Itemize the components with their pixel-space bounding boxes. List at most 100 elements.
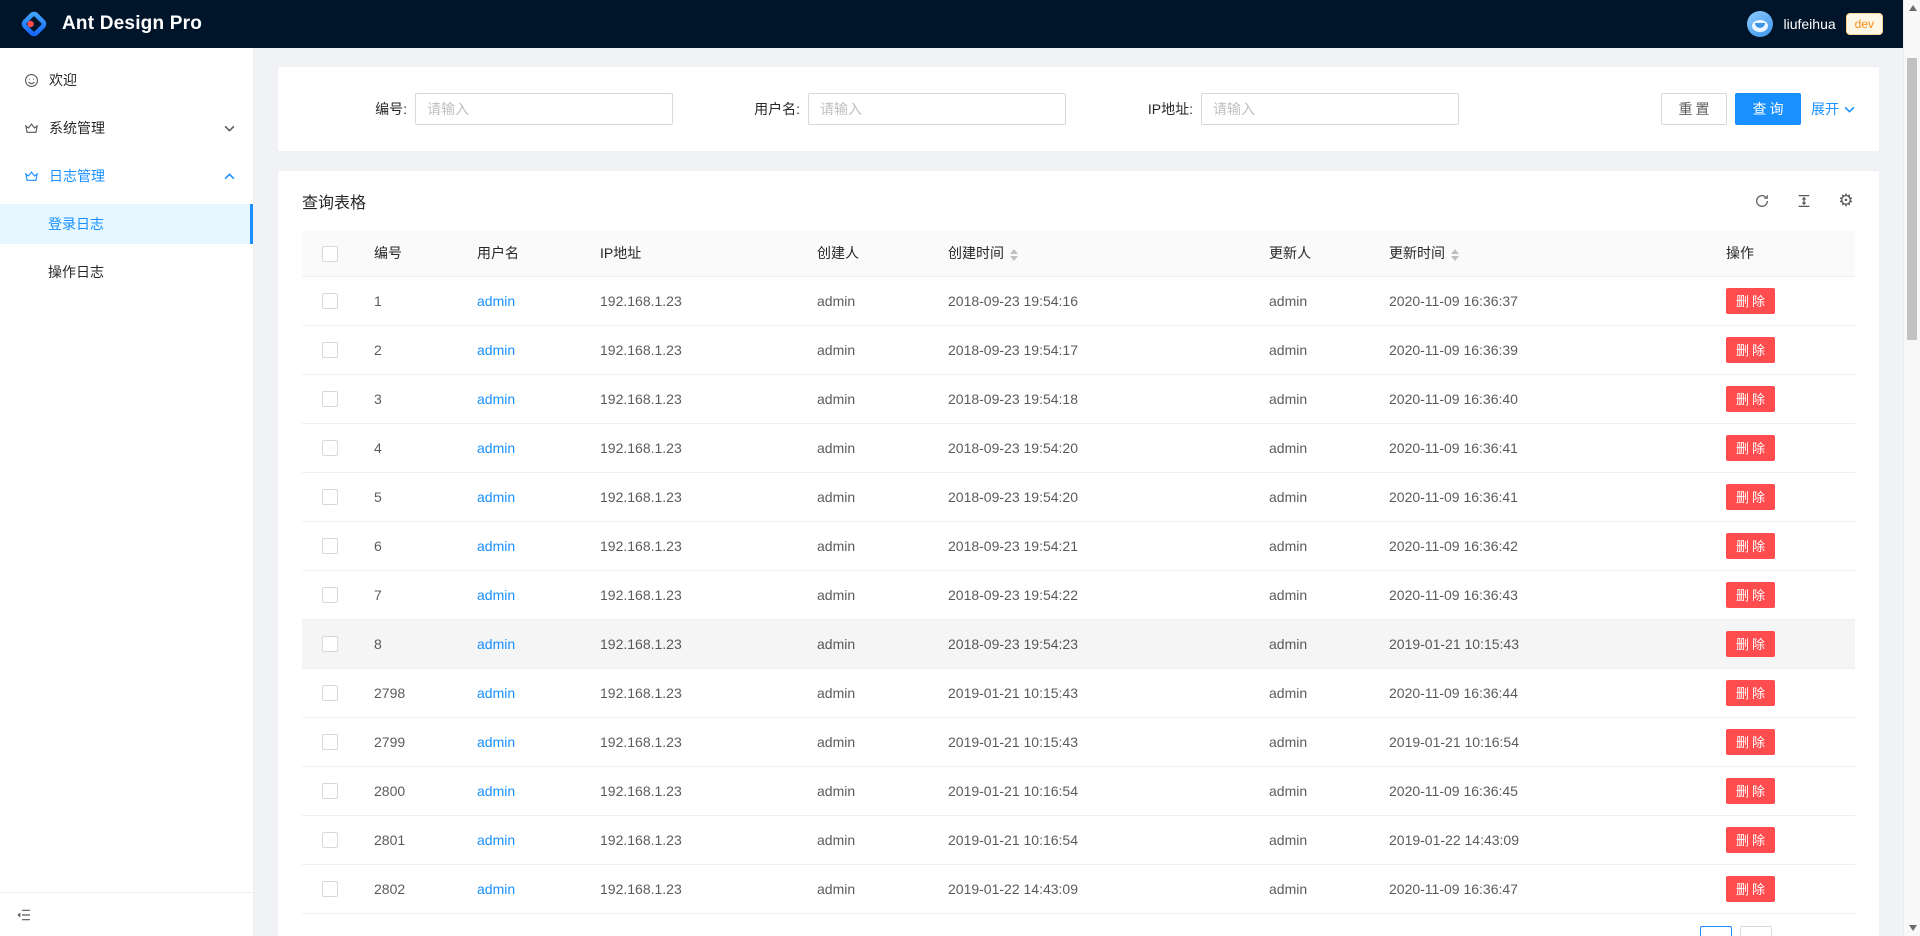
sidebar-item-welcome[interactable]: 欢迎	[0, 60, 253, 100]
delete-button[interactable]: 删除	[1726, 288, 1775, 314]
user-avatar[interactable]	[1747, 11, 1773, 37]
cell-ip: 192.168.1.23	[584, 276, 801, 325]
username-link[interactable]: admin	[477, 391, 515, 407]
cell-updater: admin	[1253, 472, 1373, 521]
delete-button[interactable]: 删除	[1726, 876, 1775, 902]
column-header-username: 用户名	[461, 231, 584, 276]
sidebar-item-system-management[interactable]: 系统管理	[0, 108, 253, 148]
delete-button[interactable]: 删除	[1726, 680, 1775, 706]
ip-input[interactable]	[1201, 93, 1459, 125]
cell-created-time: 2019-01-21 10:16:54	[932, 815, 1253, 864]
cell-id: 7	[358, 570, 461, 619]
username-link[interactable]: admin	[477, 538, 515, 554]
page-scrollbar[interactable]	[1903, 0, 1920, 936]
field-ip: IP地址:	[1088, 93, 1481, 125]
delete-button[interactable]: 删除	[1726, 582, 1775, 608]
cell-created-time: 2018-09-23 19:54:21	[932, 521, 1253, 570]
row-checkbox[interactable]	[322, 489, 338, 505]
username-link[interactable]: admin	[477, 685, 515, 701]
username-input[interactable]	[808, 93, 1066, 125]
table-row: 6admin192.168.1.23admin2018-09-23 19:54:…	[302, 521, 1855, 570]
brand[interactable]: Ant Design Pro	[18, 8, 202, 40]
user-area[interactable]: liufeihua dev	[1747, 11, 1883, 37]
row-checkbox[interactable]	[322, 342, 338, 358]
row-checkbox[interactable]	[322, 734, 338, 750]
scrollbar-up-arrow[interactable]	[1904, 0, 1920, 16]
delete-button[interactable]: 删除	[1726, 729, 1775, 755]
cell-created-time: 2018-09-23 19:54:23	[932, 619, 1253, 668]
reset-button[interactable]: 重置	[1661, 93, 1727, 125]
username-link[interactable]: admin	[477, 293, 515, 309]
menu-fold-icon[interactable]	[16, 907, 32, 923]
row-checkbox[interactable]	[322, 440, 338, 456]
sidebar-item-label: 欢迎	[49, 70, 235, 90]
username-link[interactable]: admin	[477, 881, 515, 897]
content-area: 编号: 用户名: IP地址: 重置 查询	[254, 48, 1903, 936]
delete-button[interactable]: 删除	[1726, 337, 1775, 363]
cell-ip: 192.168.1.23	[584, 325, 801, 374]
expand-link[interactable]: 展开	[1811, 99, 1855, 119]
username-link[interactable]: admin	[477, 783, 515, 799]
column-height-icon[interactable]	[1795, 192, 1813, 210]
cell-created-time: 2019-01-21 10:16:54	[932, 766, 1253, 815]
row-checkbox[interactable]	[322, 832, 338, 848]
table-row: 2798admin192.168.1.23admin2019-01-21 10:…	[302, 668, 1855, 717]
row-checkbox[interactable]	[322, 783, 338, 799]
table-row: 2801admin192.168.1.23admin2019-01-21 10:…	[302, 815, 1855, 864]
delete-button[interactable]: 删除	[1726, 386, 1775, 412]
row-checkbox[interactable]	[322, 587, 338, 603]
cell-creator: admin	[801, 276, 932, 325]
row-checkbox[interactable]	[322, 538, 338, 554]
scrollbar-thumb[interactable]	[1907, 58, 1917, 340]
form-actions: 重置 查询 展开	[1661, 93, 1855, 125]
reload-icon[interactable]	[1753, 192, 1771, 210]
field-label: IP地址:	[1088, 99, 1201, 119]
delete-button[interactable]: 删除	[1726, 435, 1775, 461]
delete-button[interactable]: 删除	[1726, 533, 1775, 559]
id-input[interactable]	[415, 93, 673, 125]
username-link[interactable]: admin	[477, 489, 515, 505]
delete-button[interactable]: 删除	[1726, 631, 1775, 657]
cell-creator: admin	[801, 668, 932, 717]
cell-ip: 192.168.1.23	[584, 374, 801, 423]
smile-icon	[24, 73, 39, 88]
pagination-page-active[interactable]	[1700, 926, 1732, 936]
select-all-checkbox[interactable]	[322, 246, 338, 262]
table-row: 1admin192.168.1.23admin2018-09-23 19:54:…	[302, 276, 1855, 325]
table-row: 3admin192.168.1.23admin2018-09-23 19:54:…	[302, 374, 1855, 423]
crown-icon	[24, 169, 39, 184]
cell-updater: admin	[1253, 864, 1373, 913]
scrollbar-down-arrow[interactable]	[1904, 920, 1920, 936]
cell-ip: 192.168.1.23	[584, 766, 801, 815]
cell-updated-time: 2020-11-09 16:36:41	[1373, 423, 1710, 472]
username-link[interactable]: admin	[477, 440, 515, 456]
chevron-down-icon	[1844, 106, 1855, 113]
username-link[interactable]: admin	[477, 342, 515, 358]
cell-creator: admin	[801, 374, 932, 423]
cell-created-time: 2019-01-21 10:15:43	[932, 717, 1253, 766]
delete-button[interactable]: 删除	[1726, 484, 1775, 510]
cell-updater: admin	[1253, 521, 1373, 570]
sort-icon[interactable]	[1451, 249, 1459, 261]
username-link[interactable]: admin	[477, 734, 515, 750]
username-link[interactable]: admin	[477, 636, 515, 652]
sort-icon[interactable]	[1010, 249, 1018, 261]
cell-id: 2800	[358, 766, 461, 815]
row-checkbox[interactable]	[322, 685, 338, 701]
sidebar-item-login-log[interactable]: 登录日志	[0, 204, 253, 244]
cell-created-time: 2018-09-23 19:54:22	[932, 570, 1253, 619]
cell-ip: 192.168.1.23	[584, 668, 801, 717]
delete-button[interactable]: 删除	[1726, 827, 1775, 853]
settings-icon[interactable]: ⚙	[1837, 192, 1855, 210]
pagination-page[interactable]	[1740, 926, 1772, 936]
row-checkbox[interactable]	[322, 636, 338, 652]
query-button[interactable]: 查询	[1735, 93, 1801, 125]
delete-button[interactable]: 删除	[1726, 778, 1775, 804]
sidebar-item-log-management[interactable]: 日志管理	[0, 156, 253, 196]
row-checkbox[interactable]	[322, 293, 338, 309]
row-checkbox[interactable]	[322, 391, 338, 407]
username-link[interactable]: admin	[477, 832, 515, 848]
row-checkbox[interactable]	[322, 881, 338, 897]
sidebar-item-operation-log[interactable]: 操作日志	[0, 252, 253, 292]
username-link[interactable]: admin	[477, 587, 515, 603]
